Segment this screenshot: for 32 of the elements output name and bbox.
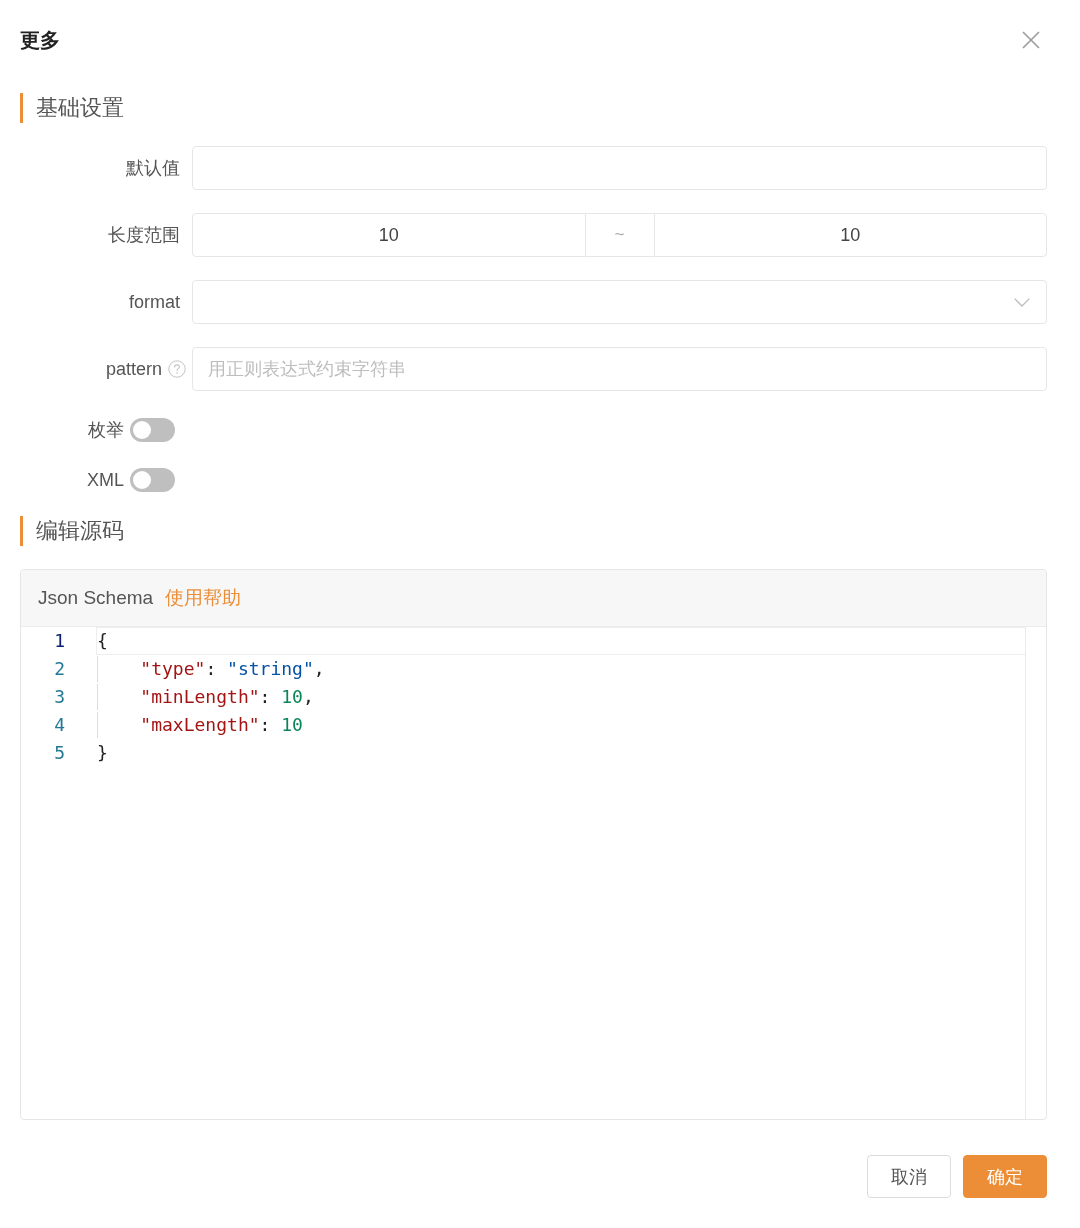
code-line: { (97, 629, 108, 653)
section-title: 基础设置 (20, 93, 124, 123)
line-number: 5 (54, 742, 65, 764)
chevron-down-icon (1014, 297, 1030, 307)
close-icon[interactable] (1022, 31, 1040, 49)
toggle-switch[interactable] (130, 468, 175, 492)
min-input[interactable]: 10 (192, 213, 586, 257)
field-label: 长度范围 (108, 224, 180, 247)
code-line: "minLength": 10, (140, 685, 314, 709)
line-number: 2 (54, 658, 65, 680)
range-separator: ~ (614, 226, 625, 244)
code-line: "maxLength": 10 (140, 713, 303, 737)
switch-label: 枚举 (88, 419, 124, 442)
dialog-title: 更多 (20, 27, 60, 53)
line-number: 3 (54, 686, 65, 708)
field-label: format (129, 291, 180, 313)
code-line: "type": "string", (140, 657, 325, 681)
section-title: 编辑源码 (20, 516, 124, 546)
help-icon[interactable] (168, 360, 186, 378)
switch-label: XML (87, 469, 124, 491)
editor-title: Json Schema (38, 587, 154, 609)
line-number: 1 (54, 630, 65, 652)
format-select[interactable] (192, 280, 1047, 324)
code-line: } (97, 741, 108, 765)
toggle-switch[interactable] (130, 418, 175, 442)
dialog-button[interactable]: 取消 (867, 1155, 951, 1198)
text-input[interactable] (192, 146, 1047, 190)
text-input[interactable]: 用正则表达式约束字符串 (192, 347, 1047, 391)
field-label: 默认值 (126, 157, 180, 180)
max-input[interactable]: 10 (653, 213, 1047, 257)
line-number: 4 (54, 714, 65, 736)
field-label: pattern (105, 358, 162, 380)
